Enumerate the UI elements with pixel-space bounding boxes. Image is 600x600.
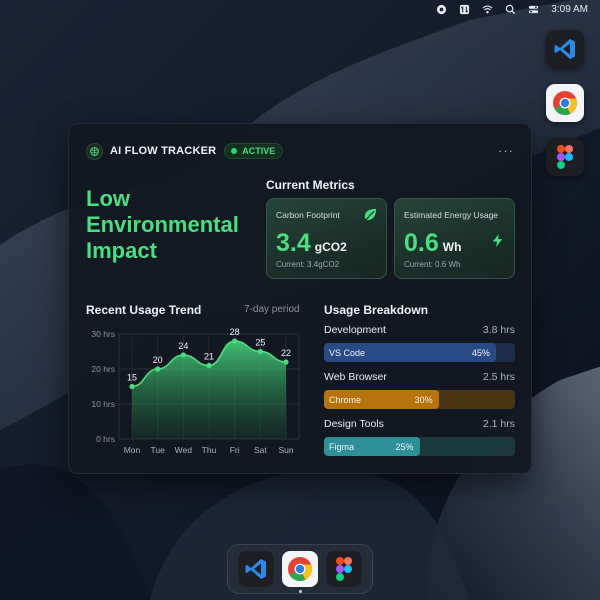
breakdown-item: Web Browser 2.5 hrs Chrome 30% <box>324 371 515 411</box>
chrome-icon[interactable] <box>546 84 584 122</box>
x-tick-label: Thu <box>202 445 217 455</box>
trend-period-label: 7-day period <box>244 304 300 315</box>
control-center-icon[interactable] <box>528 4 539 15</box>
breakdown-bar: Figma 25% <box>324 437 515 456</box>
status-label: ACTIVE <box>242 146 276 156</box>
current-metrics-title: Current Metrics <box>266 178 355 192</box>
status-badge: ACTIVE <box>224 143 284 159</box>
breakdown-bar: Chrome 30% <box>324 390 515 409</box>
breakdown-hours: 3.8 hrs <box>482 324 515 336</box>
data-point <box>129 383 135 390</box>
x-tick-label: Wed <box>175 445 193 455</box>
breakdown-bar: VS Code 45% <box>324 343 515 362</box>
search-icon[interactable] <box>505 4 516 15</box>
data-label: 25 <box>255 338 265 348</box>
breakdown-percent: 30% <box>414 394 433 405</box>
breakdown-app: Chrome <box>329 394 362 405</box>
breakdown-app: Figma <box>329 441 355 452</box>
data-point <box>206 362 212 369</box>
figma-icon[interactable] <box>546 138 584 176</box>
leaf-icon <box>363 207 378 222</box>
data-label: 20 <box>153 355 163 365</box>
breakdown-bar-fill: VS Code <box>324 343 496 362</box>
running-indicator <box>298 590 302 593</box>
usage-trend-title: Recent Usage Trend <box>86 303 202 317</box>
metric-value: 3.4 gCO2 <box>276 229 347 258</box>
data-point <box>155 366 161 372</box>
menu-bar-clock[interactable]: 3:09 AM <box>551 4 588 15</box>
metric-subtext: Current: 0.6 Wh <box>404 260 461 269</box>
menu-bar: 3:09 AM <box>0 0 600 18</box>
usage-trend-chart: 0 hrs 10 hrs 20 hrs 30 hrs 15 20 24 21 28 25 22 Mon… <box>79 324 309 464</box>
vscode-icon[interactable] <box>238 551 274 587</box>
energy-value: 0.6 <box>404 229 439 257</box>
data-label: 22 <box>281 348 291 358</box>
widget-title: AI FLOW TRACKER <box>110 145 217 157</box>
breakdown-percent: 25% <box>395 441 414 452</box>
carbon-footprint-card: Carbon Footprint 3.4 gCO2 Current: 3.4gC… <box>266 198 387 279</box>
breakdown-item: Design Tools 2.1 hrs Figma 25% <box>324 418 515 458</box>
metric-subtext: Current: 3.4gCO2 <box>276 260 340 269</box>
data-point <box>180 352 186 358</box>
x-tick-label: Sun <box>278 445 293 455</box>
breakdown-app: VS Code <box>329 347 366 358</box>
data-label: 15 <box>127 373 137 383</box>
ai-flow-tracker-widget: AI FLOW TRACKER ACTIVE ··· Low Environme… <box>68 123 532 474</box>
metric-value: 0.6 Wh <box>404 229 461 258</box>
metric-label: Estimated Energy Usage <box>404 210 499 220</box>
data-label: 21 <box>204 352 214 362</box>
breakdown-hours: 2.5 hrs <box>482 371 515 383</box>
more-options-button[interactable]: ··· <box>498 144 514 157</box>
y-tick-label: 0 hrs <box>96 434 115 444</box>
widget-header: AI FLOW TRACKER ACTIVE ··· <box>86 141 514 161</box>
breakdown-category: Development <box>324 324 386 336</box>
figma-icon[interactable] <box>326 551 362 587</box>
record-icon[interactable] <box>436 4 447 15</box>
breakdown-category: Design Tools <box>324 418 384 430</box>
dock <box>227 544 373 594</box>
status-dot-icon <box>231 148 238 154</box>
x-tick-label: Fri <box>230 445 240 455</box>
lightning-icon <box>490 233 505 248</box>
usage-breakdown-title: Usage Breakdown <box>324 303 429 317</box>
vscode-icon[interactable] <box>546 30 584 68</box>
data-point <box>257 348 263 355</box>
impact-heading: Low Environmental Impact <box>86 186 239 263</box>
y-tick-label: 30 hrs <box>91 329 115 339</box>
wifi-icon[interactable] <box>482 4 493 15</box>
energy-usage-card: Estimated Energy Usage 0.6 Wh Current: 0… <box>394 198 515 279</box>
data-point <box>283 359 289 365</box>
x-tick-label: Mon <box>124 445 141 455</box>
data-point <box>232 338 238 344</box>
data-label: 24 <box>178 341 188 351</box>
breakdown-hours: 2.1 hrs <box>482 418 515 430</box>
breakdown-item: Development 3.8 hrs VS Code 45% <box>324 324 515 364</box>
x-tick-label: Sat <box>254 445 267 455</box>
breakdown-percent: 45% <box>471 347 490 358</box>
brain-icon <box>86 142 103 160</box>
carbon-value: 3.4 <box>276 229 311 257</box>
y-tick-label: 20 hrs <box>91 364 115 374</box>
transfer-icon[interactable] <box>459 4 470 15</box>
chrome-icon[interactable] <box>282 551 318 593</box>
breakdown-category: Web Browser <box>324 371 387 383</box>
carbon-unit: gCO2 <box>314 240 347 254</box>
x-tick-label: Tue <box>150 445 165 455</box>
energy-unit: Wh <box>442 240 462 254</box>
metric-label: Carbon Footprint <box>276 210 340 220</box>
y-tick-label: 10 hrs <box>91 399 115 409</box>
data-label: 28 <box>230 327 240 337</box>
